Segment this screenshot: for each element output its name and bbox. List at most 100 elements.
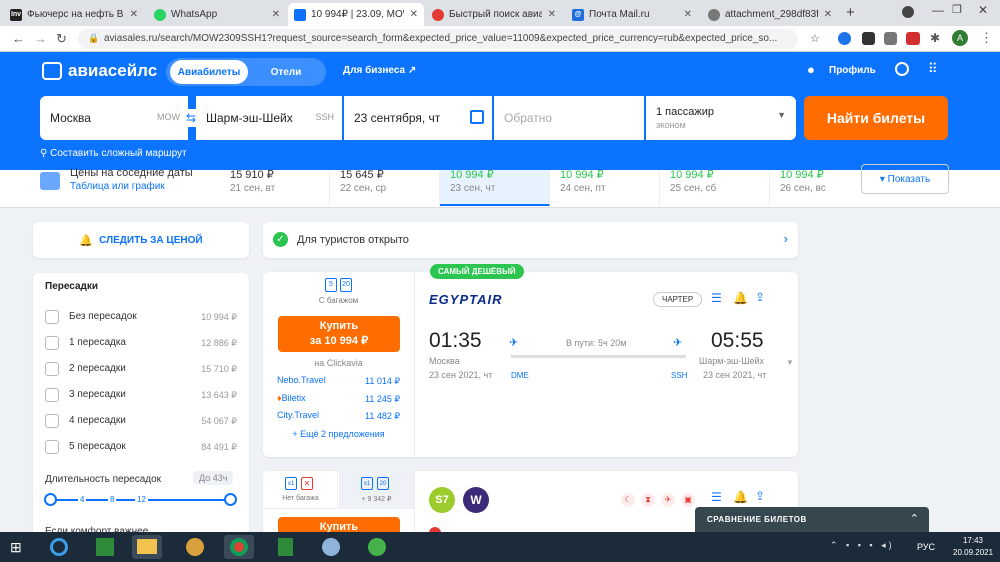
close-icon[interactable]: ✕	[684, 9, 692, 20]
filter-similar-icon[interactable]: ☰	[711, 490, 722, 504]
browser-tab-2[interactable]: WhatsApp ✕	[148, 3, 286, 26]
follow-price-button[interactable]: 🔔 СЛЕДИТЬ ЗА ЦЕНОЙ	[33, 222, 249, 258]
store-icon[interactable]	[90, 535, 120, 559]
slider-tick: 12	[135, 495, 148, 504]
quik-icon[interactable]	[362, 535, 392, 559]
browser-tab-4[interactable]: Быстрый поиск авиаб ✕	[426, 3, 562, 26]
bell-icon[interactable]: 🔔	[733, 490, 748, 504]
destination-field[interactable]: Шарм-эш-Шейх SSH	[196, 96, 342, 140]
back-icon[interactable]: ←	[12, 31, 25, 46]
passengers-field[interactable]: 1 пассажир эконом ▼	[646, 96, 796, 140]
close-icon[interactable]: ✕	[130, 9, 138, 20]
share-icon[interactable]: ⇪	[755, 489, 765, 503]
passengers-value: 1 пассажир	[656, 106, 714, 118]
language-globe-icon[interactable]	[895, 62, 909, 76]
baggage-option-no-bag[interactable]: x1 ✕ Нет багажа	[263, 471, 338, 509]
file-explorer-icon[interactable]	[132, 535, 162, 559]
baggage-option-with-bag[interactable]: x1 20 + 9 342 ₽	[339, 471, 414, 509]
date-cell[interactable]: 15 910 ₽ 21 сен, вт	[220, 169, 330, 206]
checkbox-3-stops[interactable]	[45, 388, 59, 402]
extensions-puzzle-icon[interactable]: ✱	[930, 31, 940, 45]
extension-icon[interactable]	[838, 32, 851, 45]
checkbox-no-stops[interactable]	[45, 310, 59, 324]
close-icon[interactable]: ✕	[824, 9, 832, 20]
tourist-notice[interactable]: ✓ Для туристов открыто ›	[263, 222, 798, 258]
picasa-icon[interactable]	[180, 535, 210, 559]
tab-title: WhatsApp	[171, 9, 218, 20]
offer-agency[interactable]: ♦Biletix	[277, 393, 306, 403]
tab-hotels[interactable]: Отели	[250, 60, 322, 84]
slider-handle-min[interactable]	[44, 493, 57, 506]
maximize-icon[interactable]: ❐	[952, 3, 962, 16]
checkbox-4-stops[interactable]	[45, 414, 59, 428]
bell-icon[interactable]: 🔔	[733, 291, 748, 305]
offer-agency[interactable]: Nebo.Travel	[277, 375, 326, 385]
show-dates-button[interactable]: ▾ Показать	[861, 164, 949, 194]
minimize-icon[interactable]: —	[932, 3, 944, 17]
chrome-icon[interactable]	[224, 535, 254, 559]
browser-tab-1[interactable]: Inv Фьючерс на нефть Bre ✕	[4, 3, 144, 26]
slider-handle-max[interactable]	[224, 493, 237, 506]
reload-icon[interactable]: ↻	[56, 31, 67, 47]
tab-flights[interactable]: Авиабилеты	[170, 60, 248, 84]
extension-icon[interactable]	[862, 32, 875, 45]
paint-icon[interactable]	[316, 535, 346, 559]
date-cell[interactable]: 10 994 ₽ 25 сен, сб	[660, 169, 770, 206]
tray-icons[interactable]: ⌃ ▪ ▪ ▪ ◂)	[830, 540, 895, 551]
offer-price[interactable]: 11 245 ₽	[365, 394, 400, 405]
more-offers-link[interactable]: + Ещё 2 предложения	[263, 429, 414, 439]
date-cell[interactable]: 15 645 ₽ 22 сен, ср	[330, 169, 440, 206]
buy-button[interactable]: Купить за 10 994 ₽	[278, 316, 400, 352]
checkbox-2-stops[interactable]	[45, 362, 59, 376]
close-icon[interactable]: ✕	[272, 9, 280, 20]
window-close-icon[interactable]: ✕	[978, 3, 988, 17]
url-field[interactable]: 🔒 aviasales.ru/search/MOW2309SSH1?request…	[78, 29, 798, 49]
table-or-chart-link[interactable]: Таблица или график	[70, 181, 165, 192]
internet-explorer-icon[interactable]	[44, 535, 74, 559]
keyboard-language[interactable]: РУС	[917, 542, 935, 552]
expand-chevron-icon[interactable]: ▼	[786, 358, 794, 367]
tab-title: Почта Mail.ru	[589, 9, 650, 20]
windows-start-icon[interactable]: ⊞	[10, 539, 28, 555]
close-icon[interactable]: ✕	[410, 9, 418, 20]
offer-agency[interactable]: City.Travel	[277, 410, 319, 420]
profile-link[interactable]: Профиль	[829, 65, 876, 76]
calculator-icon[interactable]	[270, 535, 300, 559]
return-date-field[interactable]: Обратно	[494, 96, 644, 140]
complex-route-link[interactable]: ⚲ Составить сложный маршрут	[40, 148, 187, 159]
bookmark-star-icon[interactable]: ☆	[810, 32, 820, 45]
checkbox-5-stops[interactable]	[45, 440, 59, 454]
ticket-divider	[414, 471, 415, 541]
date-cell-selected[interactable]: 10 994 ₽ 23 сен, чт	[440, 169, 550, 206]
close-icon[interactable]: ✕	[548, 9, 556, 20]
avatar[interactable]: A	[952, 30, 968, 46]
origin-field[interactable]: Москва MOW	[40, 96, 188, 140]
brand-logo[interactable]: авиасейлс	[42, 61, 157, 81]
date-cell[interactable]: 10 994 ₽ 26 сен, вс	[770, 169, 854, 206]
date-label: 25 сен, сб	[670, 183, 717, 194]
share-icon[interactable]: ⇪	[755, 290, 765, 304]
extension-icon[interactable]	[884, 32, 897, 45]
checkbox-1-stop[interactable]	[45, 336, 59, 350]
date-cell[interactable]: 10 994 ₽ 24 сен, пт	[550, 169, 660, 206]
tab-search-icon[interactable]	[902, 6, 914, 18]
departure-date-field[interactable]: 23 сентября, чт	[344, 96, 492, 140]
compare-tickets-panel[interactable]: СРАВНЕНИЕ БИЛЕТОВ ⌃	[695, 507, 929, 533]
filter-similar-icon[interactable]: ☰	[711, 291, 722, 305]
menu-dots-icon[interactable]: ⋮	[980, 30, 993, 46]
business-link[interactable]: Для бизнеса ↗	[343, 65, 416, 76]
find-tickets-button[interactable]: Найти билеты	[804, 96, 948, 140]
bell-icon: 🔔	[79, 234, 94, 247]
notification-extension-icon[interactable]	[906, 32, 920, 45]
clock[interactable]: 17:43 20.09.2021	[953, 536, 993, 557]
offer-price[interactable]: 11 014 ₽	[365, 376, 400, 387]
new-tab-button[interactable]: +	[846, 4, 855, 21]
ticket-card-1[interactable]: САМЫЙ ДЕШЁВЫЙ 5 20 С багажом Купить за 10…	[263, 264, 798, 457]
apps-grid-icon[interactable]: ⠿	[928, 61, 937, 77]
browser-tab-6[interactable]: attachment_298df83f2 ✕	[702, 3, 838, 26]
date-price: 10 994 ₽	[450, 169, 494, 181]
offer-price[interactable]: 11 482 ₽	[365, 411, 400, 422]
forward-icon[interactable]: →	[34, 31, 47, 46]
browser-tab-5[interactable]: @ Почта Mail.ru ✕	[566, 3, 698, 26]
browser-tab-3-active[interactable]: 10 994₽ | 23.09, MOW → ✕	[288, 3, 424, 26]
